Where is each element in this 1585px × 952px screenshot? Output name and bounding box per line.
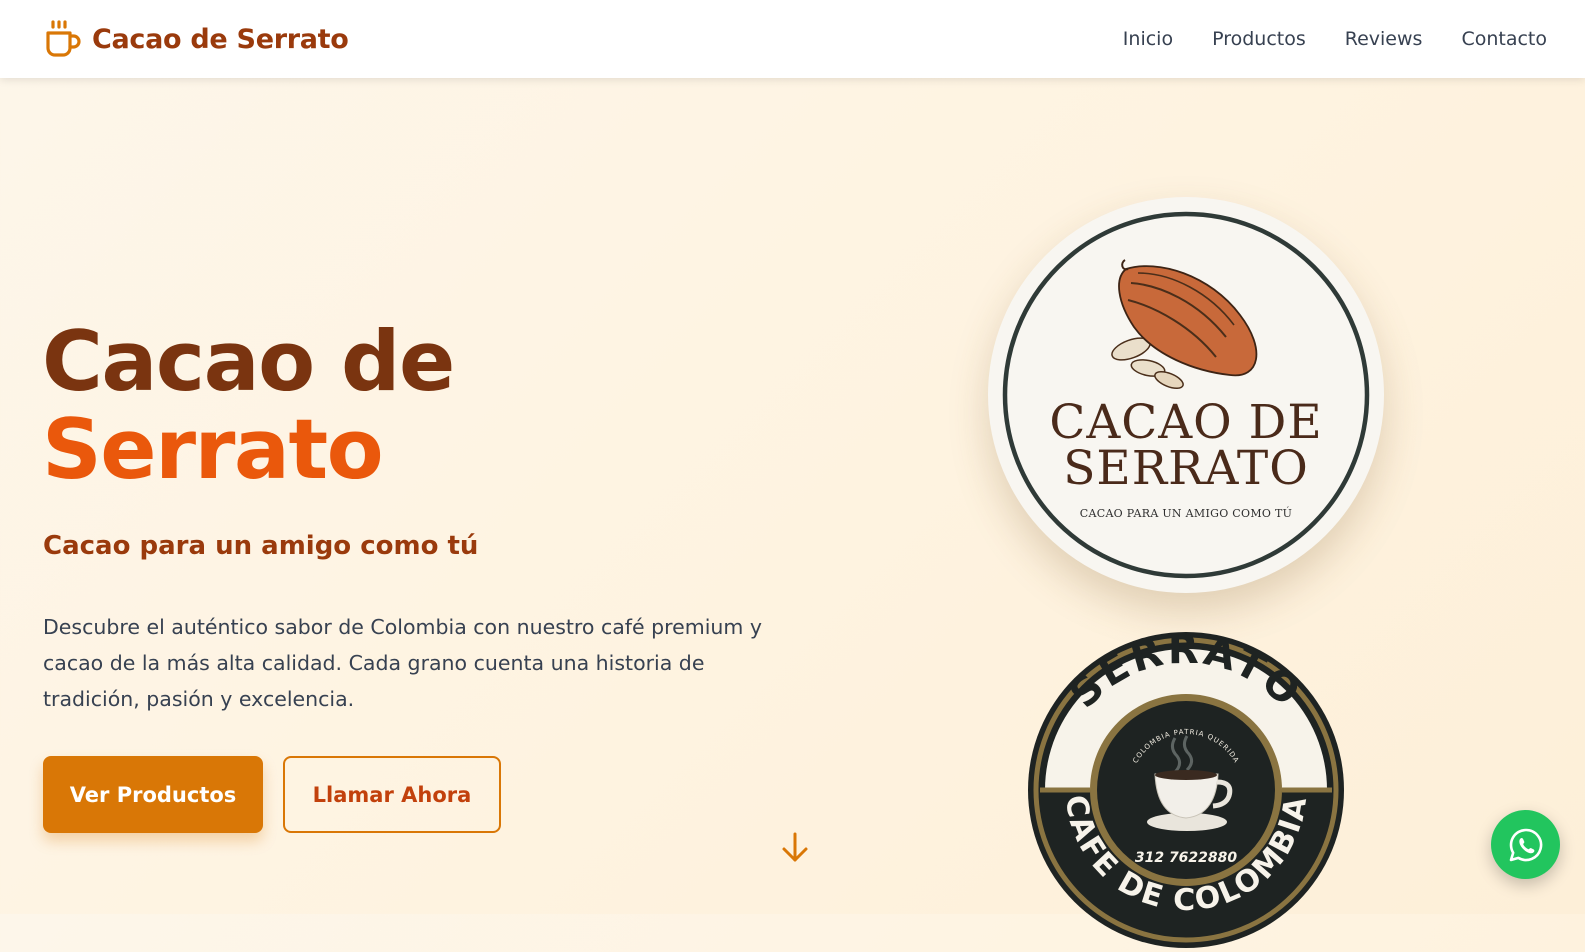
cafe-logo-phone: 312 7622880 [1135, 850, 1238, 866]
main-nav: Inicio Productos Reviews Contacto [1123, 0, 1547, 78]
cacao-logo-tagline: CACAO PARA UN AMIGO COMO TÚ [1079, 507, 1293, 520]
ver-productos-button[interactable]: Ver Productos [43, 756, 263, 833]
hero-title: Cacao de Serrato [42, 313, 455, 498]
cacao-logo-name-line1: CACAO DE [1049, 395, 1323, 450]
nav-link-inicio[interactable]: Inicio [1123, 28, 1173, 50]
brand-name: Cacao de Serrato [92, 23, 349, 55]
hero-title-line2: Serrato [42, 401, 384, 498]
navbar: Cacao de Serrato Inicio Productos Review… [0, 0, 1585, 78]
nav-link-reviews[interactable]: Reviews [1345, 28, 1423, 50]
nav-link-contacto[interactable]: Contacto [1461, 28, 1547, 50]
whatsapp-icon [1509, 828, 1542, 861]
hero-title-line1: Cacao de [42, 313, 455, 410]
coffee-cup-icon [46, 20, 81, 57]
hero-description: Descubre el auténtico sabor de Colombia … [43, 615, 763, 711]
whatsapp-button[interactable] [1491, 810, 1560, 879]
cafe-logo: SERRATO COLOMBIA PATRIA QUERIDA CAFE DE … [1028, 627, 1344, 948]
arrow-down-icon[interactable] [779, 830, 811, 866]
hero-subtitle: Cacao para un amigo como tú [43, 531, 479, 561]
nav-link-productos[interactable]: Productos [1212, 28, 1306, 50]
cacao-logo-name-line2: SERRATO [1063, 441, 1309, 496]
cacao-logo-name: CACAO DE SERRATO [988, 395, 1384, 496]
brand-link[interactable]: Cacao de Serrato [44, 18, 349, 60]
cacao-logo: CACAO DE SERRATO CACAO PARA UN AMIGO COM… [988, 197, 1384, 593]
llamar-ahora-button[interactable]: Llamar Ahora [283, 756, 501, 833]
